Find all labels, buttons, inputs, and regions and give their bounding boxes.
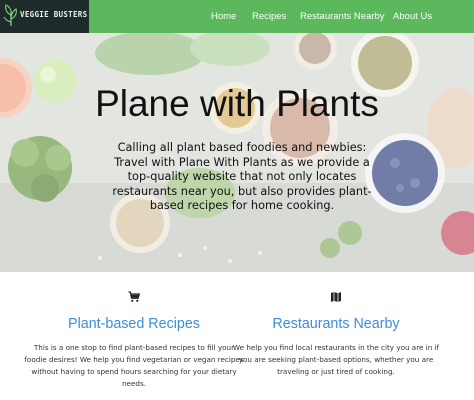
leaf-logo-icon bbox=[3, 4, 17, 26]
hero-section: Plane with Plants Calling all plant base… bbox=[0, 33, 474, 272]
nav-home[interactable]: Home bbox=[211, 11, 236, 22]
feature-title[interactable]: Restaurants Nearby bbox=[226, 316, 446, 332]
cart-icon bbox=[128, 291, 140, 302]
feature-title[interactable]: Plant-based Recipes bbox=[24, 316, 244, 332]
hero-title: Plane with Plants bbox=[95, 83, 379, 124]
logo[interactable]: VEGGIE BUSTERS bbox=[0, 0, 89, 33]
navbar: VEGGIE BUSTERS Home Recipes Restaurants … bbox=[0, 0, 474, 33]
map-icon bbox=[331, 292, 341, 302]
nav-about-us[interactable]: About Us bbox=[393, 11, 432, 22]
features-section: Plant-based Recipes This is a one stop t… bbox=[0, 272, 474, 400]
logo-text: VEGGIE BUSTERS bbox=[20, 10, 88, 19]
hero-text: Calling all plant based foodies and newb… bbox=[112, 141, 372, 212]
feature-text: We help you find local restaurants in th… bbox=[232, 343, 440, 376]
nav-recipes[interactable]: Recipes bbox=[252, 11, 286, 22]
feature-text: This is a one stop to find plant-based r… bbox=[24, 343, 244, 388]
nav-restaurants-nearby[interactable]: Restaurants Nearby bbox=[300, 11, 384, 22]
